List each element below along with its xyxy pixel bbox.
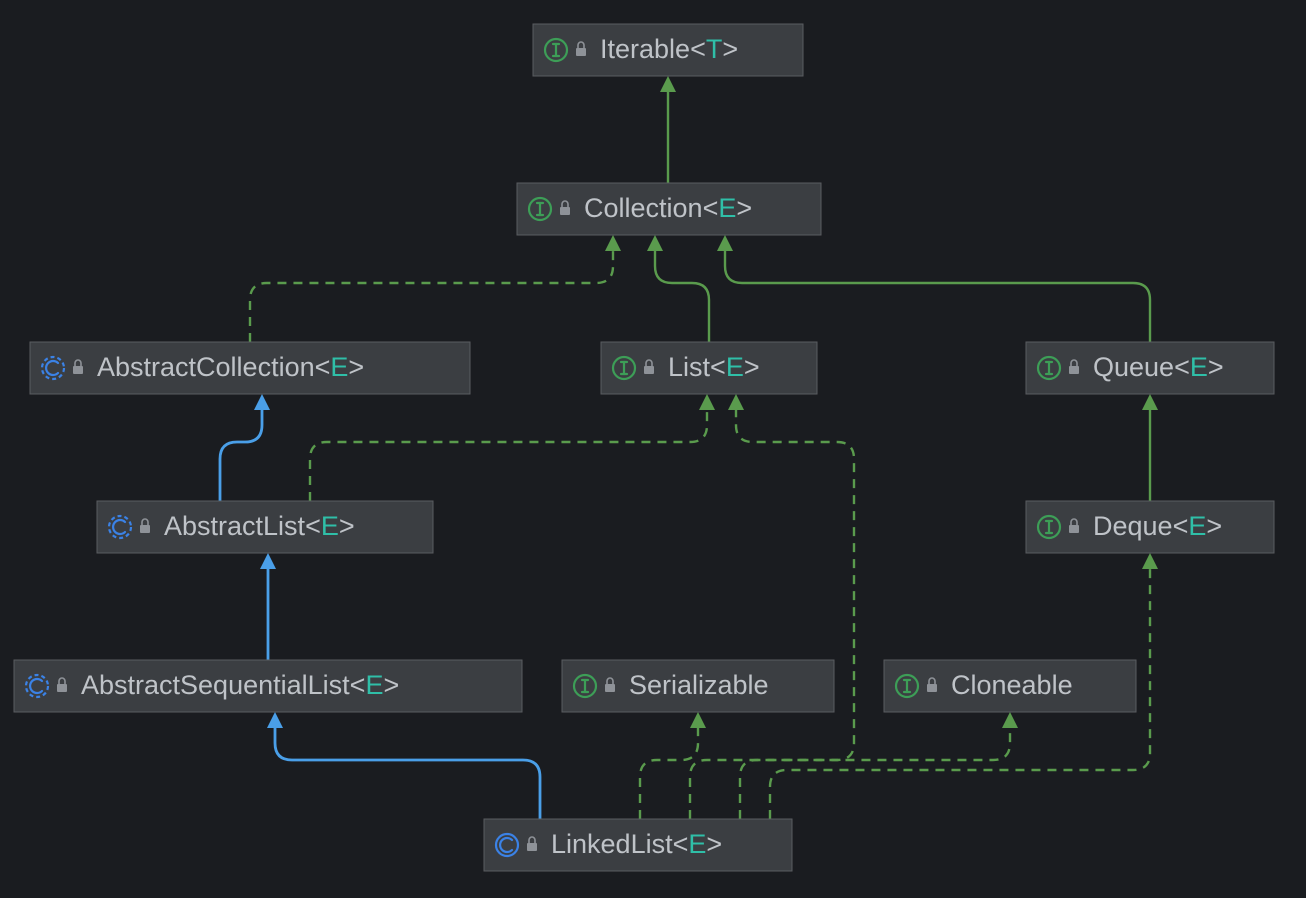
node-deque[interactable]: Deque<E> [1026,501,1274,553]
node-list[interactable]: List<E> [601,342,817,394]
node-iterable[interactable]: Iterable<T> [533,24,803,76]
node-linked-list[interactable]: LinkedList<E> [484,819,792,871]
svg-text:List<E>: List<E> [668,352,760,382]
svg-text:Serializable: Serializable [629,670,769,700]
svg-text:Iterable<T>: Iterable<T> [600,34,738,64]
svg-text:Deque<E>: Deque<E> [1093,511,1222,541]
node-abstract-collection[interactable]: AbstractCollection<E> [30,342,470,394]
svg-text:AbstractSequentialList<E>: AbstractSequentialList<E> [81,670,399,700]
class-hierarchy-diagram: Iterable<T> Collection<E> AbstractCollec… [0,0,1306,898]
node-queue[interactable]: Queue<E> [1026,342,1274,394]
svg-text:Cloneable: Cloneable [951,670,1073,700]
svg-text:AbstractCollection<E>: AbstractCollection<E> [97,352,364,382]
svg-text:AbstractList<E>: AbstractList<E> [164,511,355,541]
node-collection[interactable]: Collection<E> [517,183,821,235]
node-cloneable[interactable]: Cloneable [884,660,1136,712]
svg-text:Queue<E>: Queue<E> [1093,352,1224,382]
node-abstract-list[interactable]: AbstractList<E> [97,501,433,553]
nodes: Iterable<T> Collection<E> AbstractCollec… [14,24,1274,871]
svg-text:LinkedList<E>: LinkedList<E> [551,829,722,859]
svg-text:Collection<E>: Collection<E> [584,193,752,223]
node-abstract-sequential-list[interactable]: AbstractSequentialList<E> [14,660,522,712]
node-serializable[interactable]: Serializable [562,660,834,712]
